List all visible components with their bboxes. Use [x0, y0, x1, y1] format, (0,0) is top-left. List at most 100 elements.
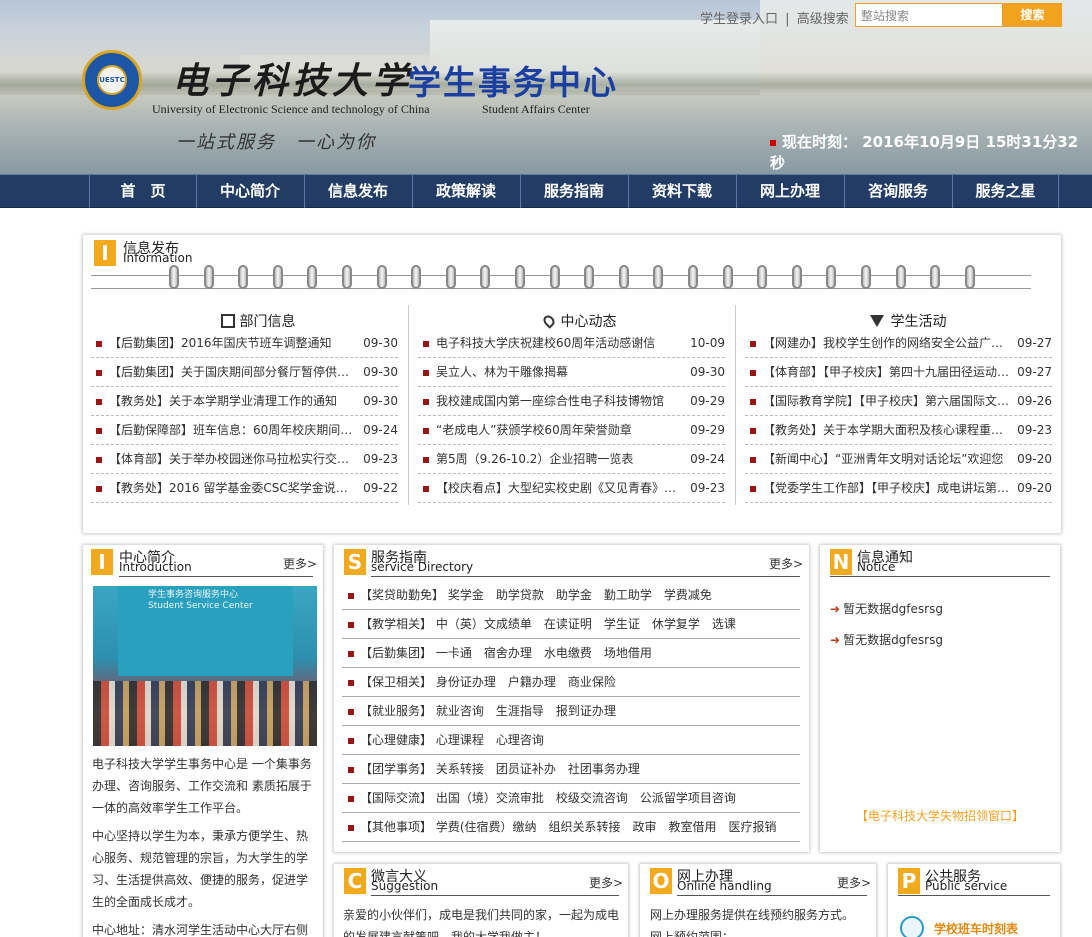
column-header-dept[interactable]: 部门信息 [193, 311, 323, 331]
suggest-panel: C 微言大义 Suggestion 更多> 亲爱的小伙伴们，成电是我们共同的家，… [334, 864, 628, 937]
list-item[interactable]: 电子科技大学庆祝建校60周年活动感谢信 10-09 [418, 329, 725, 358]
nav-item-stars[interactable]: 服务之星 [952, 175, 1059, 208]
list-item[interactable]: 【后勤保障部】班车信息：60周年校庆期间班车安排 09-24 [91, 416, 398, 445]
service-item[interactable]: 【国际交流】 出国（境）交流审批 校级交流咨询 公派留学项目咨询 [342, 784, 800, 813]
suggest-text: 亲爱的小伙伴们，成电是我们共同的家，一起为成电的发展建言献策吧，我的大学我做主！ [343, 908, 620, 937]
service-item[interactable]: 【心理健康】 心理课程 心理咨询 [342, 726, 800, 755]
list-item[interactable]: 【体育部】【甲子校庆】第四十九届田径运动会开幕 09-27 [745, 358, 1052, 387]
edit-icon [220, 314, 235, 328]
service-more-link[interactable]: 更多> [769, 555, 803, 572]
list-item-title: 吴立人、林为干雕像揭幕 [436, 365, 569, 379]
bullet-icon [348, 680, 354, 686]
intro-panel-icon: I [91, 549, 113, 575]
bullet-icon [423, 457, 429, 463]
nav-item-intro[interactable]: 中心简介 [196, 175, 303, 208]
coil-icon [722, 265, 733, 289]
list-item-title: 【校庆看点】大型纪实校史剧《又见青春》上演 [436, 481, 683, 495]
list-item[interactable]: “老成电人”获颁学校60周年荣誉勋章 09-29 [418, 416, 725, 445]
list-item-date: 09-30 [363, 394, 398, 408]
list-item-date: 09-23 [1017, 423, 1052, 437]
bullet-icon [423, 399, 429, 405]
intro-paragraph: 中心坚持以学生为本，秉承方便学生、热心服务、规范管理的宗旨，为大学生的学习、生活… [92, 829, 309, 909]
intro-panel: I 中心简介 Introduction 更多> 学生事务咨询服务中心 Stude… [83, 545, 323, 937]
list-item-date: 09-29 [690, 423, 725, 437]
service-panel-icon: S [344, 549, 366, 575]
service-item-text: 【其他事项】 学费(住宿费）缴纳 组织关系转接 政审 教室借用 医疗报销 [360, 820, 777, 834]
nav-item-info[interactable]: 信息发布 [304, 175, 411, 208]
list-item[interactable]: 【教务处】关于本学期大面积及核心课程重修的通知 09-23 [745, 416, 1052, 445]
center-name-cn: 学生事务中心 [408, 63, 618, 102]
list-item-date: 09-27 [1017, 365, 1052, 379]
notice-item[interactable]: ➜ 暂无数据dgfesrsg [830, 600, 943, 617]
service-item-text: 【后勤集团】 一卡通 宿舍办理 水电缴费 场地借用 [360, 646, 652, 660]
coil-icon [895, 265, 906, 289]
coil-icon [861, 265, 871, 289]
nav-item-downloads[interactable]: 资料下载 [628, 175, 735, 208]
suggest-more-link[interactable]: 更多> [589, 874, 623, 891]
online-more-link[interactable]: 更多> [837, 874, 871, 891]
panel-subtitle: Suggestion [371, 879, 439, 893]
nav-item-services[interactable]: 服务指南 [520, 175, 627, 208]
list-item[interactable]: 吴立人、林为干雕像揭幕 09-30 [418, 358, 725, 387]
list-item[interactable]: 【网建办】我校学生创作的网络安全公益广告获奖 09-27 [745, 329, 1052, 358]
search-input[interactable]: 整站搜索 [855, 3, 1003, 27]
list-item-date: 09-30 [363, 365, 398, 379]
coil-icon [272, 265, 283, 289]
bullet-icon [96, 370, 102, 376]
column-header-activity[interactable]: 学生活动 [843, 311, 973, 331]
student-login-link[interactable]: 学生登录入口 [700, 12, 778, 27]
list-item-title: 【后勤保障部】班车信息：60周年校庆期间班车安排 [109, 423, 356, 437]
service-item[interactable]: 【保卫相关】 身份证办理 户籍办理 商业保险 [342, 668, 800, 697]
list-item[interactable]: 【国际教育学院】【甲子校庆】第六届国际文化节 09-26 [745, 387, 1052, 416]
nav-item-policy[interactable]: 政策解读 [412, 175, 519, 208]
lost-and-found-link[interactable]: 【电子科技大学失物招领窗口】 [856, 807, 1024, 824]
column-header-news[interactable]: 中心动态 [515, 311, 645, 331]
coil-icon [342, 265, 352, 289]
notice-item[interactable]: ➜ 暂无数据dgfesrsg [830, 631, 943, 648]
list-item[interactable]: 【后勤集团】2016年国庆节班车调整通知 09-30 [91, 329, 398, 358]
service-item[interactable]: 【奖贷助勤免】 奖学金 助学贷款 助学金 勤工助学 学费减免 [342, 581, 800, 610]
bullet-icon [750, 399, 756, 405]
list-item[interactable]: 【校庆看点】大型纪实校史剧《又见青春》上演 09-23 [418, 474, 725, 503]
service-item[interactable]: 【其他事项】 学费(住宿费）缴纳 组织关系转接 政审 教室借用 医疗报销 [342, 813, 800, 842]
nav-item-online[interactable]: 网上办理 [736, 175, 843, 208]
spiral-binding [91, 275, 1031, 289]
coil-icon [238, 265, 249, 289]
list-item[interactable]: 【教务处】2016 留学基金委CSC奖学金说明会 09-22 [91, 474, 398, 503]
list-item[interactable]: 【后勤集团】关于国庆期间部分餐厅暂停供餐的通知 09-30 [91, 358, 398, 387]
site-header: UESTC 电子科技大学 University of Electronic Sc… [0, 0, 1092, 174]
list-item-title: 【后勤集团】2016年国庆节班车调整通知 [109, 336, 332, 350]
service-item[interactable]: 【团学事务】 关系转接 团员证补办 社团事务办理 [342, 755, 800, 784]
main-nav: 首 页 中心简介 信息发布 政策解读 服务指南 资料下载 网上办理 咨询服务 服… [0, 174, 1092, 208]
coil-icon [480, 265, 491, 289]
bullet-icon [348, 593, 354, 599]
list-item-date: 09-23 [363, 452, 398, 466]
seal-text: UESTC [97, 65, 127, 95]
service-item-text: 【保卫相关】 身份证办理 户籍办理 商业保险 [360, 675, 616, 689]
nav-item-consult[interactable]: 咨询服务 [844, 175, 951, 208]
list-item[interactable]: 【新闻中心】“亚洲青年文明对话论坛”欢迎您 09-20 [745, 445, 1052, 474]
search-button[interactable]: 搜索 [1003, 3, 1062, 27]
service-item[interactable]: 【就业服务】 就业咨询 生涯指导 报到证办理 [342, 697, 800, 726]
advanced-search-link[interactable]: 高级搜索 [797, 12, 849, 27]
list-item-title: 第5周（9.26-10.2）企业招聘一览表 [436, 452, 634, 466]
list-item[interactable]: 【教务处】关于本学期学业清理工作的通知 09-30 [91, 387, 398, 416]
online-text: 网上办理服务提供在线预约服务方式。 [650, 908, 855, 922]
coil-icon [584, 265, 595, 289]
nav-item-home[interactable]: 首 页 [89, 175, 196, 208]
list-item-title: 【教务处】关于本学期大面积及核心课程重修的通知 [763, 423, 1010, 437]
bus-schedule-link[interactable]: 学校班车时刻表 [934, 920, 1018, 937]
list-item[interactable]: 我校建成国内第一座综合性电子科技博物馆 09-29 [418, 387, 725, 416]
list-item-title: 【体育部】【甲子校庆】第四十九届田径运动会开幕 [763, 365, 1010, 379]
list-item[interactable]: 【体育部】关于举办校园迷你马拉松实行交通管制的通知 09-23 [91, 445, 398, 474]
intro-more-link[interactable]: 更多> [283, 555, 317, 572]
list-item[interactable]: 第5周（9.26-10.2）企业招聘一览表 09-24 [418, 445, 725, 474]
list-item[interactable]: 【党委学生工作部】【甲子校庆】成电讲坛第一讲 09-20 [745, 474, 1052, 503]
bullet-icon [423, 486, 429, 492]
online-panel-icon: O [650, 868, 672, 894]
university-seal-logo[interactable]: UESTC [82, 50, 142, 110]
service-item[interactable]: 【教学相关】 中（英）文成绩单 在读证明 学生证 休学复学 选课 [342, 610, 800, 639]
online-panel: O 网上办理 Online handling 更多> 网上办理服务提供在线预约服… [640, 864, 876, 937]
service-item[interactable]: 【后勤集团】 一卡通 宿舍办理 水电缴费 场地借用 [342, 639, 800, 668]
center-photo[interactable]: 学生事务咨询服务中心 Student Service Center [93, 586, 317, 746]
